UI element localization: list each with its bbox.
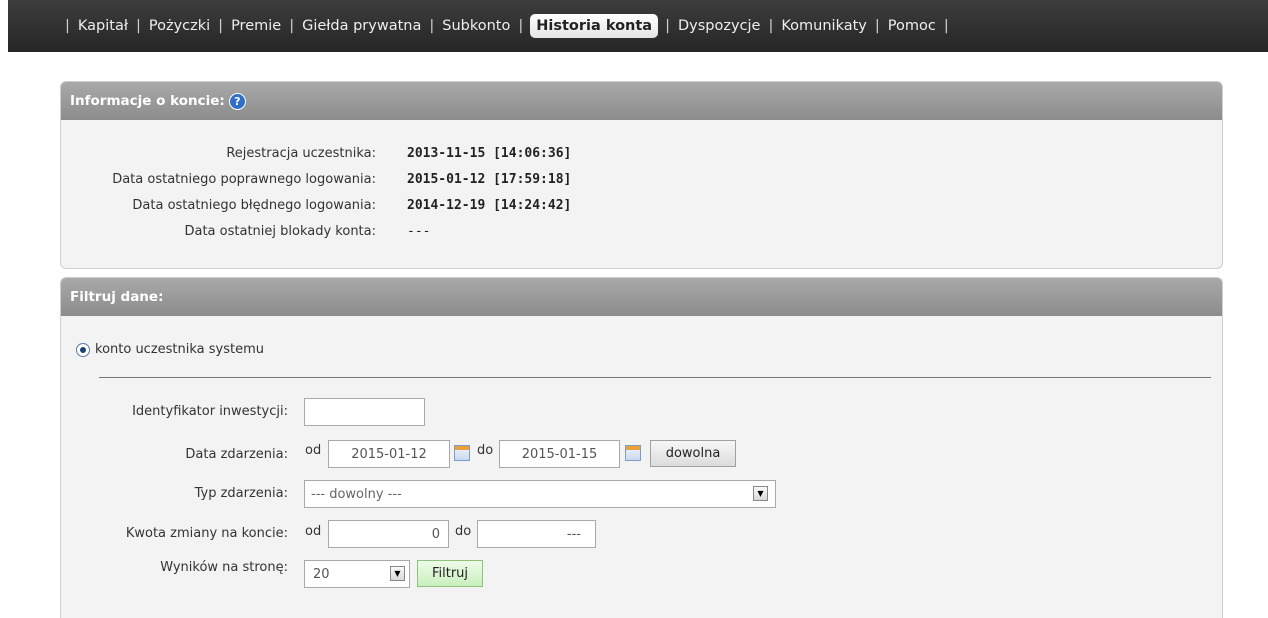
nav-separator: | (943, 18, 949, 34)
event-type-select[interactable]: --- dowolny --- (304, 480, 776, 508)
event-type-label: Typ zdarzenia: (194, 486, 288, 501)
account-radio-label: konto uczestnika systemu (95, 342, 265, 357)
event-type-dropdown-icon[interactable]: ▼ (753, 486, 768, 501)
registration-label: Rejestracja uczestnika: (226, 146, 376, 161)
amount-from-input[interactable]: 0 (328, 520, 449, 548)
nav-separator: | (768, 18, 774, 34)
account-info-panel: Informacje o koncie: ? Rejestracja uczes… (60, 81, 1223, 269)
nav-item-pożyczki[interactable]: Pożyczki (149, 18, 210, 34)
nav-item-dyspozycje[interactable]: Dyspozycje (678, 18, 761, 34)
nav-separator: | (518, 18, 524, 34)
radio-dot (80, 346, 86, 353)
account-info-title: Informacje o koncie: (70, 93, 225, 109)
last-login-label: Data ostatniego poprawnego logowania: (112, 172, 376, 187)
results-per-page-dropdown-icon[interactable]: ▼ (390, 566, 405, 581)
nav-separator: | (289, 18, 295, 34)
amount-to-input[interactable]: --- (477, 520, 596, 548)
registration-value: 2013-11-15 [14:06:36] (407, 146, 572, 161)
divider (99, 377, 1211, 378)
date-from-input[interactable]: 2015-01-12 (328, 440, 450, 468)
filter-title: Filtruj dane: (70, 289, 164, 305)
account-radio-option[interactable]: konto uczestnika systemu (76, 342, 264, 357)
calendar-from-icon[interactable] (454, 445, 470, 461)
nav-item-giełda-prywatna[interactable]: Giełda prywatna (302, 18, 421, 34)
last-failed-login-value: 2014-12-19 [14:24:42] (407, 198, 572, 213)
investment-id-input[interactable] (304, 398, 425, 426)
nav-item-kapitał[interactable]: Kapitał (78, 18, 128, 34)
top-navigation: | Kapitał | Pożyczki | Premie | Giełda prywatna… (8, 0, 1268, 52)
any-date-button[interactable]: dowolna (650, 440, 736, 467)
event-date-label: Data zdarzenia: (185, 447, 288, 462)
calendar-to-icon[interactable] (625, 445, 641, 461)
results-per-page-value: 20 (313, 566, 330, 582)
account-info-header: Informacje o koncie: ? (61, 82, 1222, 120)
last-block-value: --- (407, 224, 431, 239)
account-radio[interactable] (76, 342, 90, 357)
amount-from-label: od (305, 524, 322, 539)
results-per-page-label: Wyników na stronę: (160, 560, 288, 575)
nav-separator: | (218, 18, 224, 34)
nav-item-komunikaty[interactable]: Komunikaty (781, 18, 867, 34)
last-login-value: 2015-01-12 [17:59:18] (407, 172, 572, 187)
date-from-label: od (305, 443, 322, 458)
nav-separator: | (665, 18, 670, 34)
filter-panel: Filtruj dane: konto uczestnika systemu I… (60, 277, 1223, 618)
filter-button[interactable]: Filtruj (417, 560, 483, 587)
date-to-label: do (477, 443, 494, 458)
help-icon[interactable]: ? (228, 92, 246, 110)
amount-label: Kwota zmiany na koncie: (125, 526, 288, 541)
filter-header: Filtruj dane: (61, 278, 1222, 316)
investment-id-label: Identyfikator inwestycji: (132, 404, 288, 419)
amount-to-label: do (455, 524, 472, 539)
nav-separator: | (135, 18, 141, 34)
nav-item-premie[interactable]: Premie (231, 18, 281, 34)
date-to-input[interactable]: 2015-01-15 (499, 440, 620, 468)
nav-item-pomoc[interactable]: Pomoc (888, 18, 936, 34)
last-failed-login-label: Data ostatniego błędnego logowania: (132, 198, 376, 213)
nav-item-subkonto[interactable]: Subkonto (442, 18, 510, 34)
nav-separator: | (874, 18, 880, 34)
event-type-value: --- dowolny --- (311, 486, 402, 502)
nav-item-historia-konta[interactable]: Historia konta (530, 14, 659, 38)
nav-separator: | (65, 18, 70, 34)
nav-separator: | (429, 18, 435, 34)
last-block-label: Data ostatniej blokady konta: (184, 224, 376, 239)
